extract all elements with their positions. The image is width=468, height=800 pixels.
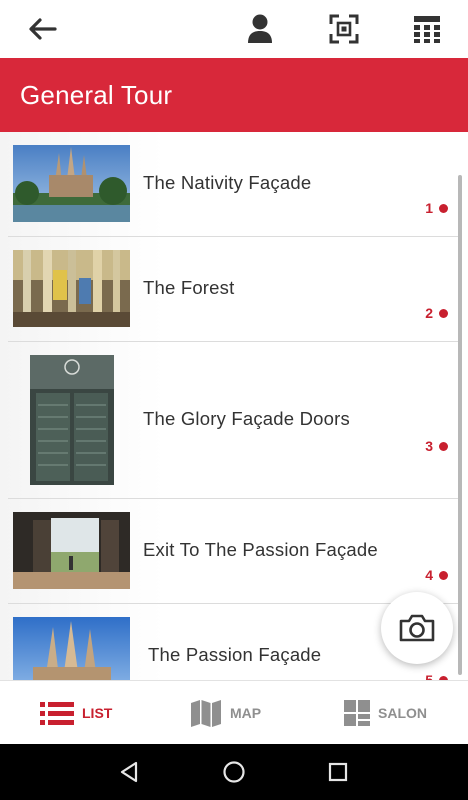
salon-grid-icon	[344, 700, 370, 726]
stop-dot-icon	[439, 308, 448, 318]
map-icon	[191, 700, 221, 727]
list-item[interactable]: Exit To The Passion Façade 4	[8, 499, 460, 604]
nav-map[interactable]: MAP	[190, 681, 261, 745]
qr-scan-icon	[329, 14, 359, 44]
keypad-icon	[414, 16, 440, 43]
user-icon	[248, 14, 272, 43]
page-title: General Tour	[20, 80, 173, 110]
stop-number-badge: 1	[425, 200, 448, 216]
nativity-facade-photo	[13, 145, 130, 222]
home-circle-icon	[223, 761, 245, 783]
stop-number: 4	[425, 567, 433, 583]
list-item[interactable]: The Nativity Façade 1	[8, 132, 460, 237]
scan-button[interactable]	[314, 0, 374, 58]
stop-label: The Forest	[143, 277, 235, 298]
list-item[interactable]: The Glory Façade Doors 3	[8, 342, 460, 499]
stop-label: Exit To The Passion Façade	[143, 539, 378, 560]
stop-dot-icon	[439, 570, 448, 580]
list-icon	[40, 702, 74, 725]
stop-number: 1	[425, 200, 433, 216]
stop-dot-icon	[439, 203, 448, 213]
system-home-button[interactable]	[209, 744, 259, 800]
arrow-left-icon	[29, 18, 57, 40]
nav-salon-label: SALON	[378, 705, 427, 721]
stop-number-badge: 2	[425, 305, 448, 321]
tour-title-bar: General Tour	[0, 58, 468, 132]
back-triangle-icon	[120, 761, 138, 783]
keypad-button[interactable]	[397, 0, 457, 58]
top-action-bar	[0, 0, 468, 58]
exit-doorway-photo	[13, 512, 130, 589]
stop-number-badge: 4	[425, 567, 448, 583]
stop-number-badge: 3	[425, 438, 448, 454]
forest-columns-photo	[13, 250, 130, 327]
profile-button[interactable]	[230, 0, 290, 58]
camera-button[interactable]	[381, 592, 453, 664]
nav-list-label: LIST	[82, 705, 113, 721]
system-recent-button[interactable]	[313, 744, 363, 800]
camera-icon	[399, 614, 435, 642]
system-navigation-bar	[0, 744, 468, 800]
stop-label: The Passion Façade	[148, 644, 322, 665]
bottom-navigation: LIST MAP SALON	[0, 680, 468, 745]
stop-number: 2	[425, 305, 433, 321]
stop-number-badge: 5	[425, 672, 448, 680]
list-item[interactable]: The Forest 2	[8, 237, 460, 342]
nav-map-label: MAP	[230, 705, 262, 721]
stop-number: 5	[425, 672, 433, 680]
recent-square-icon	[328, 762, 348, 782]
list-scrollbar[interactable]	[458, 175, 462, 675]
stop-label: The Nativity Façade	[143, 172, 312, 193]
stop-number: 3	[425, 438, 433, 454]
nav-list[interactable]: LIST	[40, 681, 112, 745]
nav-salon[interactable]: SALON	[344, 681, 427, 745]
passion-facade-photo	[13, 617, 130, 680]
system-back-button[interactable]	[104, 744, 154, 800]
stop-label: The Glory Façade Doors	[143, 408, 350, 429]
glory-doors-photo	[30, 355, 114, 485]
back-button[interactable]	[12, 0, 72, 58]
stop-dot-icon	[439, 441, 448, 451]
